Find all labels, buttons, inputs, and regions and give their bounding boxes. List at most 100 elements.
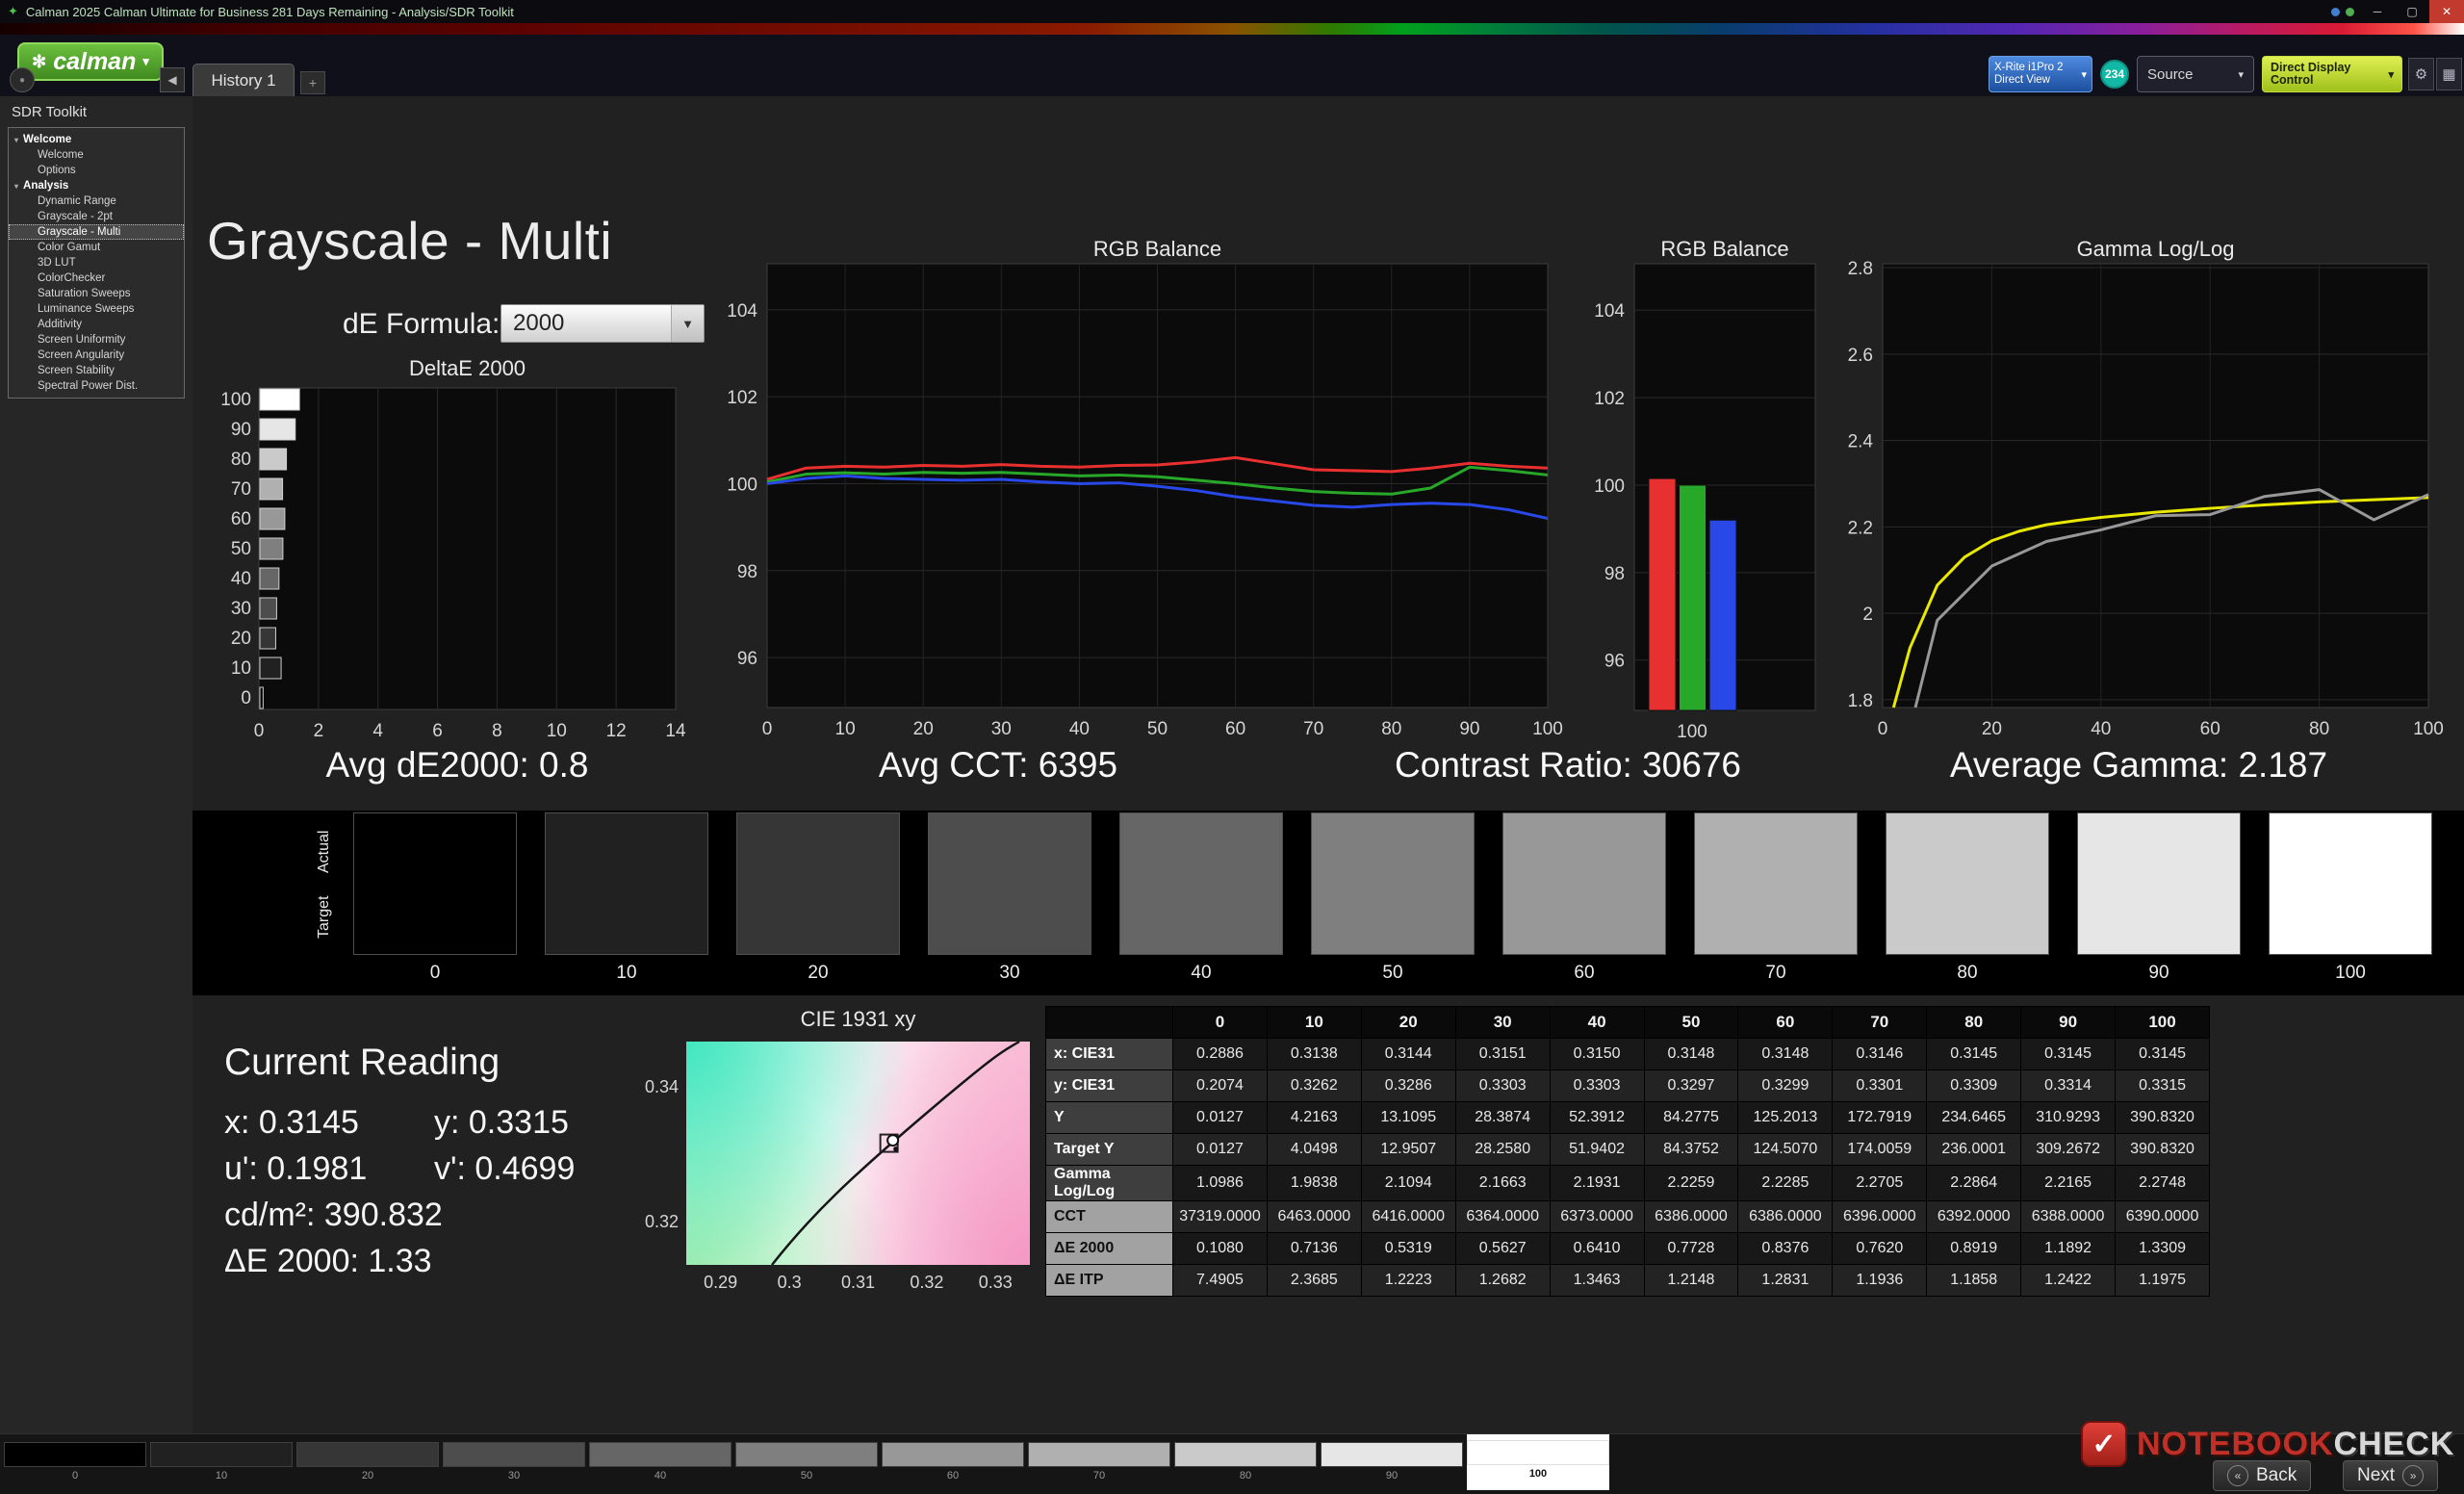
gray-patch-60 (1502, 812, 1666, 955)
tab-history-1[interactable]: History 1 (192, 64, 295, 96)
settings-gear-button[interactable]: ⚙ (2408, 58, 2434, 90)
gray-patch-label: 40 (1119, 963, 1283, 984)
table-row-label: Target Y (1046, 1134, 1173, 1166)
next-button[interactable]: Next » (2343, 1460, 2438, 1491)
pattern-swatch-50[interactable]: 50 (735, 1442, 878, 1481)
table-column-header: 90 (2021, 1007, 2116, 1039)
pattern-swatch-30[interactable]: 30 (443, 1442, 585, 1481)
table-cell: 0.6410 (1550, 1233, 1644, 1265)
add-tab-button[interactable]: + (300, 71, 325, 94)
sidebar-item-spectral-power-dist-[interactable]: Spectral Power Dist. (9, 378, 184, 394)
svg-text:102: 102 (727, 388, 757, 408)
sidebar-item-grayscale-2pt[interactable]: Grayscale - 2pt (9, 209, 184, 224)
close-button[interactable]: ✕ (2429, 0, 2464, 23)
sidebar-item-color-gamut[interactable]: Color Gamut (9, 240, 184, 255)
svg-text:2.4: 2.4 (1848, 432, 1874, 452)
table-column-header: 30 (1455, 1007, 1550, 1039)
meter-count-badge[interactable]: 234 (2100, 60, 2129, 89)
table-row-target-y: Target Y0.01274.049812.950728.258051.940… (1046, 1134, 2210, 1166)
svg-text:70: 70 (1303, 719, 1323, 739)
svg-text:20: 20 (1982, 719, 2002, 739)
pattern-swatch-20[interactable]: 20 (296, 1442, 439, 1481)
svg-text:1.8: 1.8 (1848, 691, 1873, 711)
table-cell: 0.8376 (1738, 1233, 1833, 1265)
pattern-swatch-90[interactable]: 90 (1321, 1442, 1463, 1481)
table-cell: 0.3299 (1738, 1070, 1833, 1102)
table-cell: 51.9402 (1550, 1134, 1644, 1166)
cie-1931-plot (686, 1042, 1030, 1265)
table-cell: 0.3144 (1361, 1039, 1455, 1070)
table-row--e-2000: ΔE 20000.10800.71360.53190.56270.64100.7… (1046, 1233, 2210, 1265)
pattern-swatch-0[interactable]: 0 (4, 1442, 146, 1481)
table-cell: 2.3685 (1267, 1265, 1361, 1297)
sidebar-collapse-button[interactable]: ◀ (160, 67, 185, 92)
calman-menu-button[interactable]: ✻ calman ▾ (17, 42, 164, 81)
svg-text:0: 0 (1878, 719, 1888, 739)
sidebar-item-3d-lut[interactable]: 3D LUT (9, 255, 184, 270)
table-column-header: 60 (1738, 1007, 1833, 1039)
back-button-label: Back (2256, 1465, 2297, 1486)
table-cell: 1.2422 (2021, 1265, 2116, 1297)
pattern-swatch-label: 20 (296, 1470, 439, 1481)
window-controls: ─ ▢ ✕ (2331, 0, 2464, 23)
pattern-swatch-60[interactable]: 60 (882, 1442, 1024, 1481)
strip-row-label-actual: Actual (316, 818, 335, 886)
gray-patch-40 (1119, 812, 1283, 955)
tree-expand-icon: ▾ (14, 182, 18, 191)
next-arrow-icon: » (2402, 1465, 2424, 1486)
svg-text:2.2: 2.2 (1848, 518, 1873, 538)
sidebar-item-colorchecker[interactable]: ColorChecker (9, 270, 184, 286)
sidebar-item-dynamic-range[interactable]: Dynamic Range (9, 193, 184, 209)
gray-patch-label: 90 (2077, 963, 2241, 984)
table-cell: 1.3309 (2116, 1233, 2210, 1265)
sidebar-item-luminance-sweeps[interactable]: Luminance Sweeps (9, 301, 184, 317)
pattern-swatch-40[interactable]: 40 (589, 1442, 732, 1481)
pattern-swatch-100[interactable]: 100 (1467, 1434, 1609, 1490)
display-control-dropdown[interactable]: Direct Display Control ▾ (2262, 56, 2402, 92)
table-cell: 1.1892 (2021, 1233, 2116, 1265)
table-cell: 1.2682 (1455, 1265, 1550, 1297)
svg-text:0: 0 (254, 721, 265, 741)
sidebar-item-additivity[interactable]: Additivity (9, 317, 184, 332)
sidebar-item-screen-uniformity[interactable]: Screen Uniformity (9, 332, 184, 348)
sidebar-item-options[interactable]: Options (9, 163, 184, 178)
sidebar-item-welcome[interactable]: Welcome (9, 147, 184, 163)
pattern-swatch-10[interactable]: 10 (150, 1442, 293, 1481)
svg-text:30: 30 (991, 719, 1012, 739)
pattern-swatch-80[interactable]: 80 (1174, 1442, 1317, 1481)
table-column-header: 40 (1550, 1007, 1644, 1039)
sidebar-item-screen-angularity[interactable]: Screen Angularity (9, 348, 184, 363)
cie-chart-title: CIE 1931 xy (686, 1007, 1030, 1032)
sidebar-item-screen-stability[interactable]: Screen Stability (9, 363, 184, 378)
pattern-swatch-70[interactable]: 70 (1028, 1442, 1170, 1481)
sidebar-tree: ▾WelcomeWelcomeOptions▾AnalysisDynamic R… (8, 127, 185, 399)
svg-text:10: 10 (231, 658, 251, 679)
reading-row: x: 0.3145y: 0.3315 (224, 1099, 644, 1146)
layout-grid-button[interactable]: ▦ (2436, 58, 2462, 90)
tree-expand-icon: ▾ (14, 136, 18, 144)
sidebar-title: SDR Toolkit (12, 104, 87, 120)
tree-group-analysis[interactable]: ▾Analysis (9, 178, 184, 193)
back-button[interactable]: « Back (2213, 1460, 2311, 1491)
svg-text:6: 6 (432, 721, 443, 741)
watermark-text-check: CHECK (2333, 1426, 2454, 1462)
svg-text:0: 0 (762, 719, 773, 739)
table-cell: 0.2886 (1173, 1039, 1268, 1070)
tree-group-welcome[interactable]: ▾Welcome (9, 132, 184, 147)
de-formula-select[interactable]: 2000 ▼ (500, 304, 705, 343)
minimize-button[interactable]: ─ (2360, 0, 2395, 23)
maximize-button[interactable]: ▢ (2395, 0, 2429, 23)
table-cell: 172.7919 (1833, 1102, 1927, 1134)
meter-label: X-Rite i1Pro 2 Direct View (1994, 62, 2064, 87)
table-cell: 0.3145 (1927, 1039, 2021, 1070)
sidebar-item-saturation-sweeps[interactable]: Saturation Sweeps (9, 286, 184, 301)
gamma-chart: 1.822.22.42.62.8020406080100 (1829, 260, 2464, 741)
meter-button[interactable]: X-Rite i1Pro 2 Direct View ▾ (1989, 56, 2092, 92)
rgb-balance-bar-chart: 9698100102104100 (1588, 260, 1838, 746)
table-cell: 6390.0000 (2116, 1201, 2210, 1233)
sidebar-item-grayscale-multi[interactable]: Grayscale - Multi (9, 224, 184, 240)
source-dropdown[interactable]: Source ▾ (2137, 56, 2254, 92)
cie-xtick: 0.3 (760, 1273, 818, 1293)
session-status-button[interactable]: ● (10, 67, 35, 92)
deltae-chart-title: DeltaE 2000 (259, 356, 676, 381)
